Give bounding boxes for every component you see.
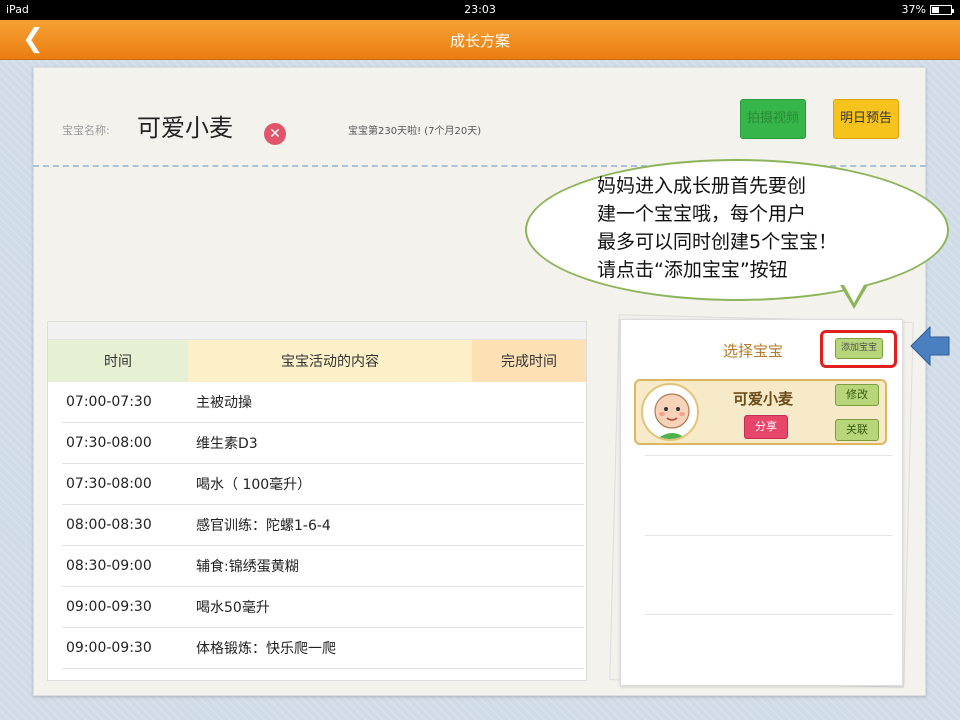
table-row[interactable]: 08:30-09:00 辅食:锦绣蛋黄糊 [62, 546, 584, 587]
status-bar: iPad 23:03 37% [0, 0, 960, 20]
activity-table: 时间 宝宝活动的内容 完成时间 07:00-07:30 主被动操 07:30-08… [47, 321, 587, 681]
bubble-line: 妈妈进入成长册首先要创 [597, 175, 807, 197]
bubble-line: 请点击“添加宝宝”按钮 [597, 259, 788, 281]
table-header: 时间 宝宝活动的内容 完成时间 [48, 340, 586, 382]
header-content: 宝宝活动的内容 [188, 340, 472, 382]
table-top-strip [48, 322, 586, 340]
table-row[interactable]: 07:30-08:00 维生素D3 [62, 423, 584, 464]
remove-baby-icon[interactable]: ✕ [264, 123, 286, 145]
row-time: 07:30-08:00 [66, 476, 152, 492]
tomorrow-preview-button[interactable]: 明日预告 [833, 99, 899, 139]
bubble-line: 最多可以同时创建5个宝宝！ [597, 231, 838, 253]
add-baby-button[interactable]: 添加宝宝 [835, 338, 883, 359]
row-content: 喝水（ 100毫升） [196, 477, 312, 493]
arrow-left-icon [910, 325, 950, 367]
select-baby-title: 选择宝宝 [723, 342, 784, 360]
row-content: 体格锻炼：快乐爬一爬 [196, 641, 336, 657]
bubble-line: 建一个宝宝哦，每个用户 [597, 203, 807, 225]
header-time: 时间 [48, 340, 188, 382]
edit-button[interactable]: 修改 [835, 384, 879, 406]
row-content: 辅食:锦绣蛋黄糊 [196, 559, 299, 575]
page-title: 成长方案 [449, 32, 510, 50]
select-baby-card [620, 319, 903, 686]
header-finish-time: 完成时间 [472, 340, 586, 382]
row-content: 感官训练：陀螺1-6-4 [196, 518, 331, 534]
table-row[interactable]: 07:00-07:30 主被动操 [62, 382, 584, 423]
card-baby-name: 可爱小麦 [733, 390, 794, 408]
baby-age-text: 宝宝第230天啦! (7个月20天) [348, 126, 482, 137]
baby-name-label: 宝宝名称: [62, 124, 110, 137]
table-row[interactable]: 09:00-09:30 体格锻炼：快乐爬一爬 [62, 628, 584, 669]
row-time: 07:30-08:00 [66, 435, 152, 451]
record-video-button[interactable]: 拍摄视频 [740, 99, 806, 139]
table-row[interactable]: 07:30-08:00 喝水（ 100毫升） [62, 464, 584, 505]
battery-percent: 37% [901, 3, 926, 16]
bubble-tail-inner [843, 283, 865, 303]
battery-status: 37% [901, 3, 954, 16]
row-content: 维生素D3 [196, 436, 258, 452]
row-content: 主被动操 [196, 395, 252, 411]
table-row[interactable]: 09:00-09:30 喝水50毫升 [62, 587, 584, 628]
clock: 23:03 [464, 3, 496, 16]
row-time: 09:00-09:30 [66, 599, 152, 615]
row-time: 08:00-08:30 [66, 517, 152, 533]
row-content: 喝水50毫升 [196, 600, 270, 616]
nav-bar: ❮ 成长方案 [0, 20, 960, 60]
slot-divider [645, 614, 893, 615]
row-time: 09:00-09:30 [66, 640, 152, 656]
slot-divider [645, 535, 893, 536]
baby-avatar [641, 383, 699, 441]
unlink-button[interactable]: 关联 [835, 419, 879, 441]
row-time: 07:00-07:30 [66, 394, 152, 410]
battery-icon [930, 4, 954, 15]
table-row[interactable]: 08:00-08:30 感官训练：陀螺1-6-4 [62, 505, 584, 546]
baby-name: 可爱小麦 [137, 114, 233, 142]
bubble-text: 妈妈进入成长册首先要创 建一个宝宝哦，每个用户 最多可以同时创建5个宝宝！ 请点… [597, 172, 907, 284]
slot-divider [645, 455, 893, 456]
row-time: 08:30-09:00 [66, 558, 152, 574]
share-button[interactable]: 分享 [744, 415, 788, 439]
